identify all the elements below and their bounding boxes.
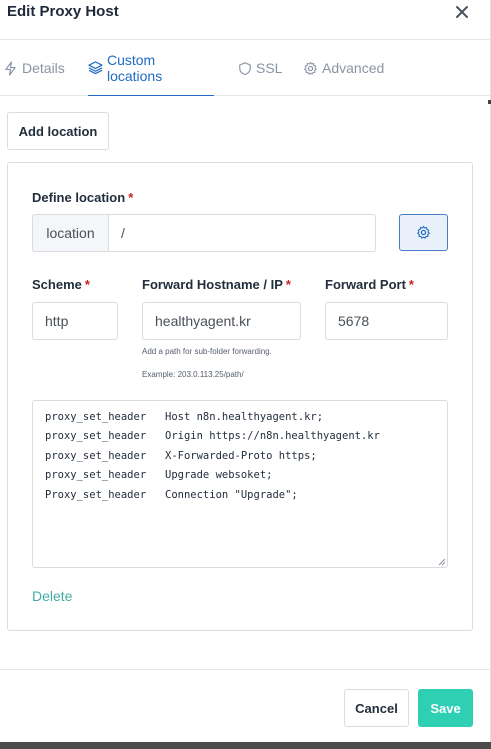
tab-details[interactable]: Details [3, 40, 65, 96]
tab-details-label: Details [22, 60, 65, 76]
add-location-button[interactable]: Add location [7, 112, 109, 150]
delete-location-link[interactable]: Delete [32, 587, 72, 605]
config-line: proxy_set_header Host n8n.healthyagent.kr… [45, 410, 324, 423]
scheme-input[interactable]: http [32, 302, 118, 340]
bolt-icon [5, 60, 16, 76]
modal-header: Edit Proxy Host [0, 0, 491, 40]
shield-icon [239, 61, 251, 75]
tab-custom-locations[interactable]: Custom locations [88, 40, 214, 96]
location-addon: location [32, 214, 108, 252]
save-button[interactable]: Save [418, 689, 473, 727]
location-settings-button[interactable] [399, 214, 448, 251]
required-mark: * [408, 277, 414, 292]
edit-proxy-host-modal: Edit Proxy Host Details Custom locations… [0, 0, 491, 749]
config-line: proxy_set_header Origin https://n8n.healt… [45, 430, 380, 443]
resize-handle-icon[interactable] [437, 557, 446, 566]
config-line: proxy_set_header X-Forwarded-Proto https; [45, 449, 317, 462]
tab-ssl[interactable]: SSL [238, 40, 282, 96]
forward-port-label: Forward Port * [325, 277, 414, 292]
hostname-hint-line2: Example: 203.0.113.25/path/ [142, 370, 244, 379]
location-card: Define location * location / Scheme * Forw… [7, 162, 473, 631]
tab-advanced-label: Advanced [322, 60, 385, 76]
cancel-button[interactable]: Cancel [344, 689, 409, 727]
required-mark: * [84, 277, 90, 292]
forward-port-input[interactable]: 5678 [325, 302, 448, 340]
tab-custom-locations-label: Custom locations [106, 51, 163, 84]
gear-icon [417, 225, 430, 239]
location-path-input[interactable]: / [108, 214, 376, 252]
gear-icon [304, 61, 317, 75]
hostname-hint-line1: Add a path for sub-folder forwarding. [142, 347, 272, 356]
forward-hostname-input[interactable]: healthyagent.kr [142, 302, 301, 340]
advanced-config-textarea[interactable]: proxy_set_header Host n8n.healthyagent.kr… [32, 400, 448, 568]
forward-hostname-label: Forward Hostname / IP * [142, 277, 291, 292]
scheme-label: Scheme * [32, 277, 90, 292]
tab-bar: Details Custom locations SSL Advanced [0, 40, 491, 96]
define-location-label: Define location * [32, 190, 134, 205]
tab-ssl-label: SSL [256, 60, 283, 76]
modal-title: Edit Proxy Host [7, 3, 119, 20]
required-mark: * [128, 190, 134, 205]
required-mark: * [285, 277, 291, 292]
config-line: Proxy_set_header Connection "Upgrade"; [45, 488, 298, 501]
close-icon[interactable] [452, 2, 472, 22]
background-edge [0, 742, 491, 749]
config-line: proxy_set_header Upgrade websoket; [45, 469, 273, 482]
location-input-group: location / [32, 214, 376, 252]
tab-advanced[interactable]: Advanced [303, 40, 384, 96]
modal-footer: Cancel Save [0, 669, 491, 749]
layers-icon [88, 61, 103, 75]
